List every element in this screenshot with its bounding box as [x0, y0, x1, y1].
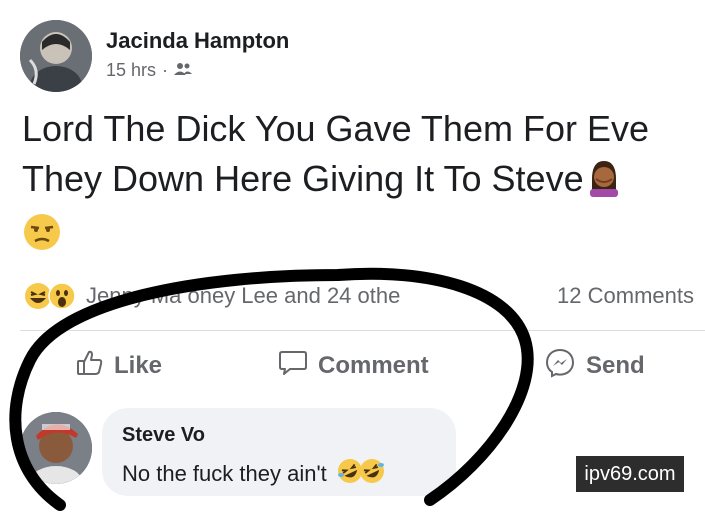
comment-bubble-icon [278, 349, 308, 384]
comment-text: No the fuck they ain't [122, 458, 385, 490]
poster-avatar[interactable] [20, 20, 92, 92]
commenter-avatar[interactable] [20, 412, 92, 484]
unamused-face-emoji [22, 212, 62, 257]
poster-name[interactable]: Jacinda Hampton [106, 28, 289, 54]
post-text-line-1: Lord The Dick You Gave Them For Eve [22, 108, 649, 149]
wow-reaction-icon[interactable] [48, 282, 76, 315]
commenter-name[interactable]: Steve Vo [122, 424, 205, 447]
post-text-line-2-text: They Down Here Giving It To Steve [22, 158, 584, 199]
meta-separator: · [162, 60, 169, 80]
post-text: Lord The Dick You Gave Them For Eve They… [22, 104, 702, 210]
woman-facepalming-emoji [584, 157, 624, 210]
comment-button[interactable]: Comment [278, 346, 429, 386]
post-text-line-2: They Down Here Giving It To Steve [22, 154, 702, 210]
comment-label: Comment [318, 352, 429, 379]
reaction-icons[interactable] [24, 282, 76, 315]
like-button[interactable]: Like [76, 346, 162, 386]
send-button[interactable]: Send [544, 346, 645, 386]
reactions-row: Jenny Ma oney Lee and 24 othe 12 Comment… [24, 280, 700, 314]
actions-divider [20, 330, 705, 331]
like-label: Like [114, 352, 163, 379]
post-time[interactable]: 15 hrs [106, 60, 156, 81]
comment-text-body: No the fuck they ain't [122, 461, 327, 486]
post-meta: 15 hrs · [106, 60, 193, 81]
comments-count[interactable]: 12 Comments [557, 283, 694, 309]
comment-bubble[interactable]: Steve Vo No the fuck they ain't [102, 408, 456, 496]
messenger-icon [544, 347, 576, 386]
send-label: Send [586, 352, 645, 379]
thumbs-up-icon [76, 349, 104, 384]
friends-icon[interactable] [174, 60, 193, 81]
rolling-on-floor-laughing-emoji [359, 458, 385, 490]
reaction-names[interactable]: Jenny Ma oney Lee and 24 othe [86, 283, 400, 309]
watermark: ipv69.com [576, 456, 684, 492]
